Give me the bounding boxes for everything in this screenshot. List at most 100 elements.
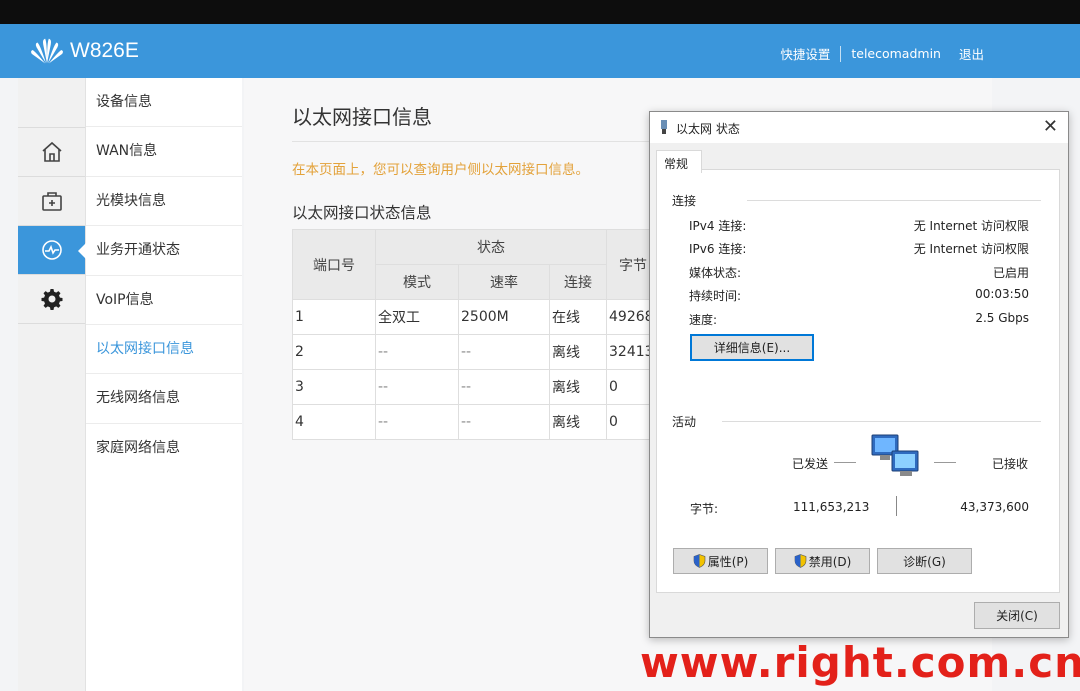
link-cell: 离线 (549, 334, 607, 370)
huawei-logo-icon (31, 38, 63, 64)
ethernet-status-dialog: 以太网 状态 ✕ 常规 连接 IPv4 连接: 无 Internet 访问权限 … (649, 111, 1069, 638)
nav-settings[interactable] (18, 275, 85, 324)
gear-icon (41, 289, 62, 310)
network-adapter-icon (661, 120, 667, 134)
uac-shield-icon (693, 554, 705, 568)
speed-label: 速度: (689, 313, 718, 327)
ipv6-value: 无 Internet 访问权限 (913, 242, 1029, 256)
dialog-titlebar[interactable]: 以太网 状态 ✕ (650, 112, 1068, 143)
title-divider (292, 141, 652, 142)
port-cell: 2 (292, 334, 376, 370)
mode-header: 模式 (375, 264, 459, 300)
header-divider (840, 45, 842, 62)
status-pulse-icon (41, 240, 62, 260)
watermark-text: www.right.com.cn (640, 638, 1080, 687)
rate-cell: -- (458, 334, 550, 370)
submenu-item-ethernet-info[interactable]: 以太网接口信息 (86, 325, 242, 375)
icon-navigation (18, 78, 86, 691)
logout-link[interactable]: 退出 (959, 44, 984, 63)
connection-section-label: 连接 (672, 194, 697, 208)
ethernet-status-table: 端口号 状态 字节 模式 速率 连接 1 全双工 2500M 在线 49268(… (292, 229, 660, 440)
network-computers-icon (871, 434, 919, 476)
table-row: 3 -- -- 离线 0 (292, 369, 660, 405)
table-row: 1 全双工 2500M 在线 49268( (292, 299, 660, 335)
link-cell: 离线 (549, 369, 607, 405)
port-header: 端口号 (292, 229, 376, 300)
uac-shield-icon (794, 554, 806, 568)
nav-toolbox[interactable] (18, 177, 85, 226)
sent-line (834, 462, 856, 463)
icon-nav-spacer (18, 78, 85, 128)
submenu-item-wan-info[interactable]: WAN信息 (86, 127, 242, 177)
details-button[interactable]: 详细信息(E)... (690, 334, 814, 361)
tab-general[interactable]: 常规 (656, 150, 702, 173)
close-button[interactable]: 关闭(C) (974, 602, 1060, 629)
submenu-item-device-info[interactable]: 设备信息 (86, 78, 242, 128)
media-state-value: 已启用 (992, 266, 1029, 280)
quick-setup-link[interactable]: 快捷设置 (780, 44, 830, 63)
mode-cell: 全双工 (375, 299, 459, 335)
link-cell: 离线 (549, 404, 607, 440)
bytes-sent-value: 111,653,213 (793, 500, 870, 514)
submenu-item-voip-info[interactable]: VoIP信息 (86, 276, 242, 325)
speed-value: 2.5 Gbps (975, 311, 1029, 325)
media-state-label: 媒体状态: (689, 266, 742, 280)
ipv4-label: IPv4 连接: (689, 219, 747, 233)
properties-button[interactable]: 属性(P) (673, 548, 768, 574)
bytes-received-value: 43,373,600 (960, 500, 1029, 514)
activity-section-label: 活动 (672, 415, 697, 429)
duration-label: 持续时间: (689, 289, 742, 303)
user-account-link[interactable]: telecomadmin (851, 46, 941, 61)
product-name: W826E (70, 39, 139, 62)
bytes-divider (896, 496, 897, 516)
brand-logo: W826E (28, 36, 139, 66)
dialog-title: 以太网 状态 (676, 122, 740, 136)
rate-header: 速率 (458, 264, 550, 300)
nav-status[interactable] (18, 226, 86, 275)
submenu: 设备信息 WAN信息 光模块信息 业务开通状态 VoIP信息 以太网接口信息 无… (86, 78, 242, 473)
page-title: 以太网接口信息 (292, 105, 432, 129)
mode-cell: -- (375, 369, 459, 405)
ipv4-value: 无 Internet 访问权限 (913, 219, 1029, 233)
link-cell: 在线 (549, 299, 607, 335)
received-label: 已接收 (992, 457, 1029, 471)
submenu-item-service-status[interactable]: 业务开通状态 (86, 226, 242, 276)
port-cell: 4 (292, 404, 376, 440)
rate-cell: 2500M (458, 299, 550, 335)
link-header: 连接 (549, 264, 607, 300)
received-line (934, 462, 956, 463)
bytes-label: 字节: (690, 502, 719, 516)
submenu-item-wireless-info[interactable]: 无线网络信息 (86, 374, 242, 424)
disable-button[interactable]: 禁用(D) (775, 548, 870, 574)
activity-section-line (722, 421, 1041, 422)
dialog-tabs: 常规 (650, 143, 1068, 173)
table-row: 2 -- -- 离线 32413 (292, 334, 660, 370)
router-header: W826E 快捷设置 telecomadmin 退出 (0, 24, 1080, 78)
properties-button-label: 属性(P) (707, 554, 749, 569)
close-icon[interactable]: ✕ (1043, 116, 1058, 137)
ipv6-label: IPv6 连接: (689, 242, 747, 256)
dialog-panel: 连接 IPv4 连接: 无 Internet 访问权限 IPv6 连接: 无 I… (656, 169, 1060, 593)
table-row: 4 -- -- 离线 0 (292, 404, 660, 440)
connection-section-line (747, 200, 1041, 201)
nav-home[interactable] (18, 128, 85, 177)
disable-button-label: 禁用(D) (808, 554, 852, 569)
toolbox-icon (41, 192, 62, 211)
port-cell: 3 (292, 369, 376, 405)
submenu-item-home-network[interactable]: 家庭网络信息 (86, 424, 242, 473)
rate-cell: -- (458, 369, 550, 405)
diagnose-button[interactable]: 诊断(G) (877, 548, 972, 574)
sent-label: 已发送 (792, 457, 829, 471)
page-notice: 在本页面上，您可以查询用户侧以太网接口信息。 (292, 162, 589, 178)
port-cell: 1 (292, 299, 376, 335)
status-header: 状态 (375, 229, 607, 265)
rate-cell: -- (458, 404, 550, 440)
mode-cell: -- (375, 334, 459, 370)
submenu-filler (86, 473, 242, 691)
mode-cell: -- (375, 404, 459, 440)
top-black-strip (0, 0, 1080, 24)
section-title: 以太网接口状态信息 (292, 204, 432, 222)
home-icon (41, 141, 62, 162)
duration-value: 00:03:50 (975, 287, 1029, 301)
submenu-item-optical-module[interactable]: 光模块信息 (86, 177, 242, 227)
